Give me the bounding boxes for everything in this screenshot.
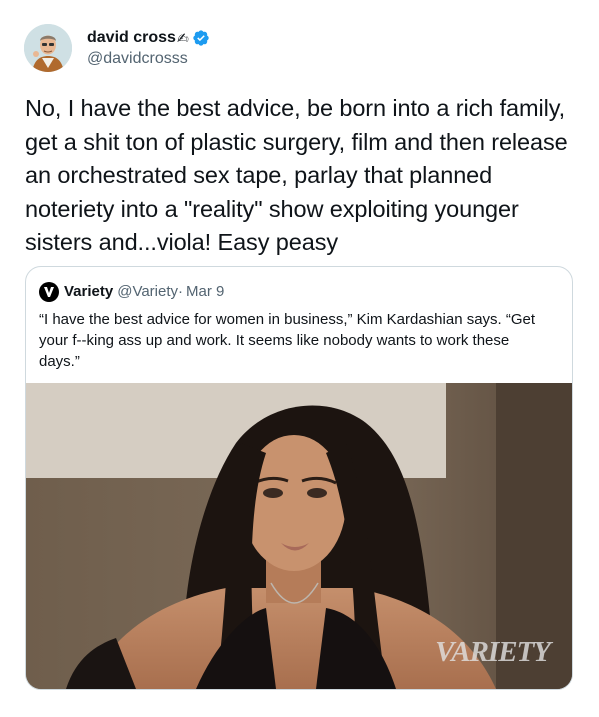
separator-dot: · [178,283,184,300]
author-name[interactable]: david cross [87,28,176,48]
author-avatar[interactable] [24,24,72,72]
tweet-text: No, I have the best advice, be born into… [25,95,568,255]
quoted-tweet-header: Variety @Variety · Mar 9 [39,282,224,302]
tweet-author[interactable]: david cross ✍ @davidcrosss [24,24,210,72]
quoted-tweet-date[interactable]: Mar 9 [186,283,224,301]
quoted-tweet-text: “I have the best advice for women in bus… [39,311,536,370]
author-handle[interactable]: @davidcrosss [87,49,210,69]
quoted-tweet-photo[interactable]: VARIETY [26,383,572,689]
avatar-image [24,24,72,72]
writing-hand-emoji-icon: ✍ [176,29,189,46]
quoted-author-handle[interactable]: @Variety [117,283,178,301]
verified-badge-icon [192,29,209,46]
variety-watermark: VARIETY [435,636,551,668]
quoted-tweet-card[interactable]: Variety @Variety · Mar 9 “I have the bes… [25,266,573,690]
quoted-author-name[interactable]: Variety [64,283,113,301]
variety-logo-icon[interactable] [39,282,59,302]
